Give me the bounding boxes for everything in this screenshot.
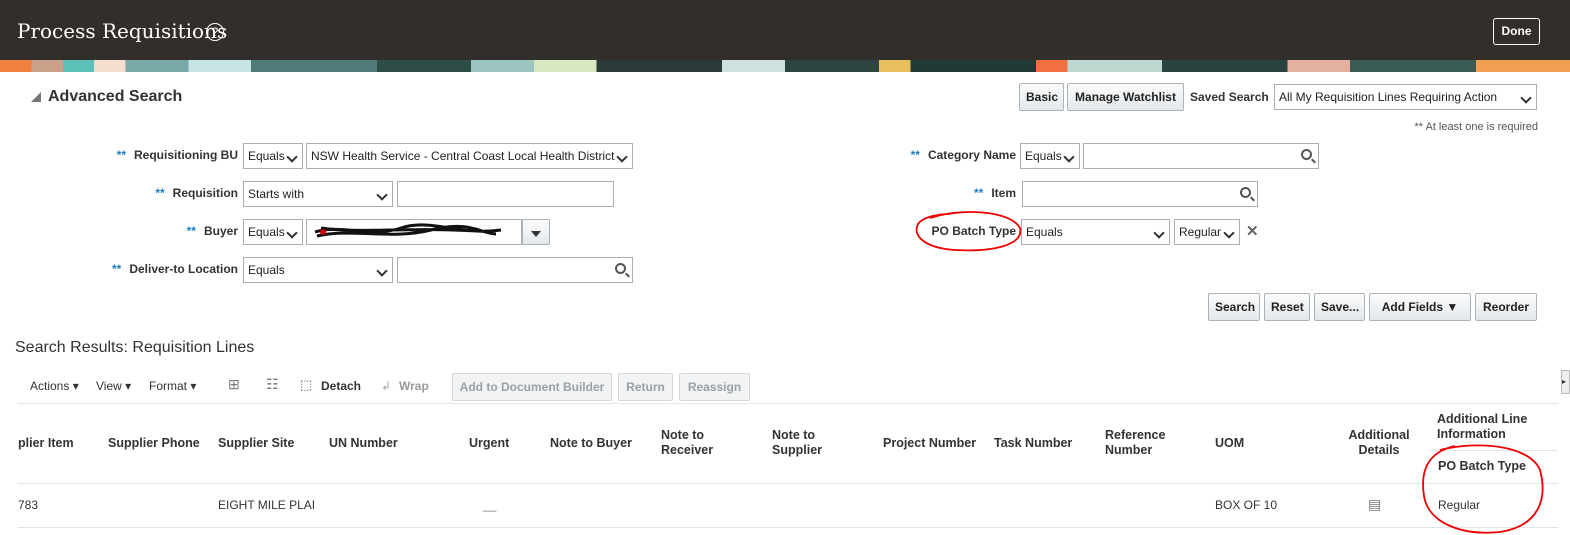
po-batch-operator[interactable]: Equals [1021, 219, 1170, 245]
deliver-to-label: Deliver-to Location [129, 262, 238, 276]
saved-search-label: Saved Search [1190, 90, 1269, 104]
col-additional-line-information: Additional Line Information [1437, 412, 1528, 441]
saved-search-select[interactable]: All My Requisition Lines Requiring Actio… [1274, 84, 1537, 110]
reorder-button[interactable]: Reorder [1475, 293, 1537, 321]
wrap-icon: ↲ [381, 379, 392, 393]
col-supplier-site[interactable]: Supplier Site [218, 436, 294, 451]
add-fields-label: Add Fields [1381, 300, 1444, 314]
required-marker: ** [186, 224, 196, 238]
col-un-number[interactable]: UN Number [329, 436, 398, 451]
reset-button[interactable]: Reset [1264, 293, 1310, 321]
buyer-input[interactable] [306, 219, 522, 245]
decorative-banner [0, 60, 1570, 72]
search-icon[interactable] [615, 263, 626, 274]
category-operator[interactable]: Equals [1020, 143, 1080, 169]
reassign-button[interactable]: Reassign [679, 373, 750, 401]
actions-label: Actions [30, 379, 70, 393]
redaction-scribble [314, 223, 502, 238]
format-menu[interactable]: Format ▾ [149, 379, 196, 393]
required-note: ** At least one is required [1414, 121, 1538, 133]
query-by-example-icon[interactable]: ☷ [266, 376, 279, 393]
buyer-operator[interactable]: Equals [243, 219, 303, 245]
req-bu-operator[interactable]: Equals [243, 143, 303, 169]
wrap-button[interactable]: Wrap [399, 379, 429, 393]
item-input[interactable] [1022, 181, 1258, 207]
search-icon[interactable] [1240, 187, 1251, 198]
collapse-triangle-icon[interactable] [31, 92, 41, 102]
required-marker: ** [116, 148, 126, 162]
cell-supplier-site: EIGHT MILE PLAI [218, 498, 316, 512]
additional-details-icon[interactable]: ▤ [1368, 496, 1381, 513]
col-supplier-phone[interactable]: Supplier Phone [108, 436, 200, 451]
required-marker: ** [973, 186, 984, 200]
required-marker: ** [155, 186, 165, 200]
requisition-operator[interactable]: Starts with [243, 181, 393, 207]
remove-field-icon[interactable]: ✕ [1246, 222, 1259, 240]
cell-urgent: __ [483, 498, 497, 512]
detach-button[interactable]: Detach [321, 379, 361, 393]
category-input[interactable] [1083, 143, 1319, 169]
col-task-number[interactable]: Task Number [994, 436, 1072, 451]
search-icon[interactable] [1301, 149, 1312, 160]
buyer-label: Buyer [203, 224, 238, 238]
detach-icon[interactable]: ⬚ [300, 377, 312, 393]
col-supplier-item[interactable]: plier Item [18, 436, 74, 451]
return-button[interactable]: Return [618, 373, 673, 401]
search-button[interactable]: Search [1208, 293, 1260, 321]
req-bu-label: Requisitioning BU [134, 148, 238, 162]
panel-expand-handle[interactable]: ▸ [1561, 370, 1570, 394]
po-batch-type-label: PO Batch Type [931, 224, 1016, 238]
requisition-input[interactable] [397, 181, 614, 207]
col-uom[interactable]: UOM [1215, 436, 1244, 451]
manage-watchlist-button[interactable]: Manage Watchlist [1067, 83, 1184, 111]
col-additional-details[interactable]: Additional Details [1344, 428, 1414, 458]
col-note-to-buyer[interactable]: Note to Buyer [550, 436, 632, 451]
item-label: Item [991, 186, 1016, 200]
advanced-search-title[interactable]: Advanced Search [48, 88, 182, 106]
page-header [0, 0, 1570, 60]
requisition-label: Requisition [172, 186, 238, 200]
col-po-batch-type[interactable]: PO Batch Type [1438, 459, 1526, 474]
buyer-dropdown-button[interactable] [522, 219, 550, 245]
deliver-to-input[interactable] [397, 257, 633, 283]
required-marker: ** [910, 148, 920, 162]
col-note-to-supplier[interactable]: Note to Supplier [772, 428, 852, 458]
add-to-document-builder-button[interactable]: Add to Document Builder [452, 373, 612, 401]
view-label: View [96, 379, 122, 393]
page-title: Process Requisitions [17, 19, 228, 43]
cell-po-batch-type: Regular [1438, 498, 1481, 512]
save-button[interactable]: Save... [1314, 293, 1365, 321]
results-title: Search Results: Requisition Lines [15, 339, 255, 356]
required-marker: ** [111, 262, 122, 276]
basic-button[interactable]: Basic [1019, 83, 1064, 111]
done-button[interactable]: Done [1493, 18, 1540, 45]
category-label: Category Name [927, 148, 1016, 162]
col-note-to-receiver[interactable]: Note to Receiver [661, 428, 741, 458]
req-bu-select[interactable]: NSW Health Service - Central Coast Local… [306, 143, 633, 169]
col-urgent[interactable]: Urgent [469, 436, 509, 451]
po-batch-value-select[interactable]: Regular [1174, 219, 1240, 245]
col-reference-number[interactable]: Reference Number [1105, 428, 1185, 458]
actions-menu[interactable]: Actions ▾ [30, 379, 79, 393]
help-icon[interactable]: ? [206, 23, 224, 41]
deliver-to-operator[interactable]: Equals [243, 257, 393, 283]
view-menu[interactable]: View ▾ [96, 379, 131, 393]
cell-supplier-item: 783 [18, 498, 39, 512]
col-project-number[interactable]: Project Number [883, 436, 976, 451]
freeze-icon[interactable]: ⊞ [228, 376, 240, 393]
cell-uom: BOX OF 10 [1215, 498, 1278, 512]
add-fields-button[interactable]: Add Fields ▼ [1369, 293, 1471, 321]
dropdown-arrow-icon [531, 231, 541, 237]
format-label: Format [149, 379, 188, 393]
